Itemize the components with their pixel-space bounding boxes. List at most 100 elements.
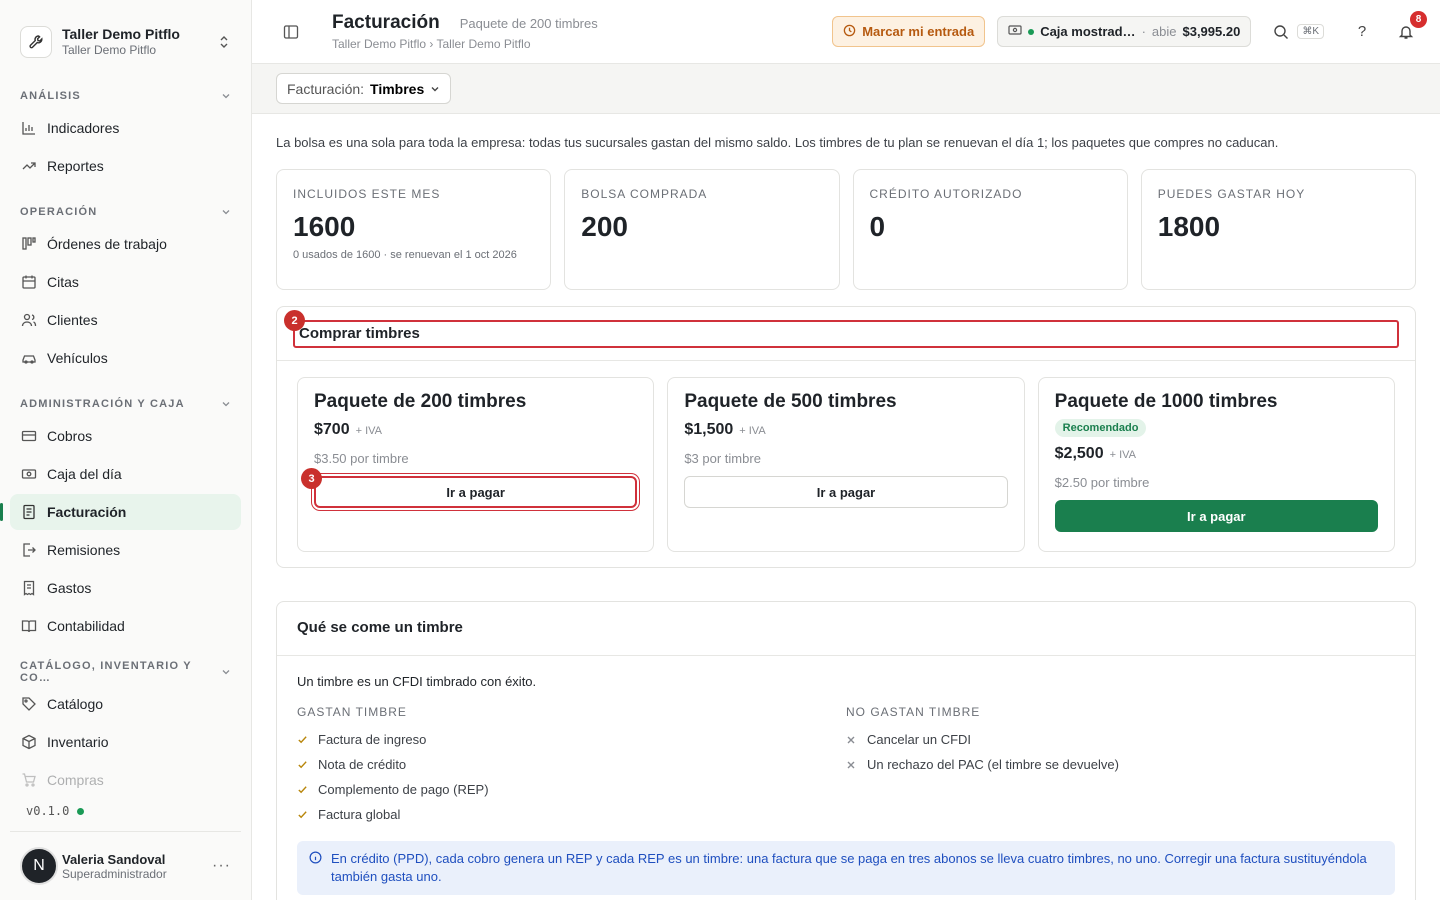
stat-card: BOLSA COMPRADA 200 [564, 169, 840, 290]
chevron-down-icon[interactable] [221, 664, 231, 680]
user-name: Valeria Sandoval [62, 851, 166, 867]
card-icon [20, 427, 38, 445]
export-icon [20, 541, 38, 559]
chevron-down-icon[interactable] [221, 204, 231, 220]
sidebar-item-gastos[interactable]: Gastos [10, 570, 241, 606]
info-icon [309, 851, 322, 869]
sidebar-item-inventario[interactable]: Inventario [10, 724, 241, 760]
sidebar-item-reportes[interactable]: Reportes [10, 148, 241, 184]
content: Facturación: Timbres La bolsa es una sol… [252, 64, 1440, 900]
check-icon [297, 809, 311, 820]
chevron-down-icon[interactable] [221, 88, 231, 104]
sidebar-nav: ANÁLISIS Indicadores Reportes OPERACIÓN … [0, 68, 251, 900]
car-icon [20, 349, 38, 367]
book-icon [20, 617, 38, 635]
stat-card: INCLUIDOS ESTE MES 1600 0 usados de 1600… [276, 169, 552, 290]
stamp-info-lead: Un timbre es un CFDI timbrado con éxito. [297, 674, 537, 689]
sidebar-item-catalogo[interactable]: Catálogo [10, 686, 241, 722]
sidebar-item-vehiculos[interactable]: Vehículos [10, 340, 241, 376]
status-dot [77, 807, 85, 815]
list-item: Nota de crédito [297, 752, 846, 777]
stamp-info-section: Qué se come un timbre Un timbre es un CF… [276, 601, 1416, 900]
step-marker-2: 2 [284, 310, 305, 331]
org-switcher[interactable]: Taller Demo Pitflo Taller Demo Pitflo [0, 0, 251, 68]
cash-register-amount: $3,995.20 [1182, 24, 1241, 39]
avatar: N [20, 847, 58, 885]
list-item: Factura global [297, 802, 846, 827]
user-menu[interactable]: N Valeria Sandoval Superadministrador ··… [10, 831, 241, 900]
cash-register-status: abie [1151, 24, 1177, 39]
more-icon[interactable]: ··· [212, 857, 231, 875]
org-name: Taller Demo Pitflo [62, 26, 180, 42]
breadcrumb: Taller Demo Pitflo › Taller Demo Pitflo [332, 37, 531, 51]
list-item: Un rechazo del PAC (el timbre se devuelv… [846, 752, 1395, 777]
pay-button-500[interactable]: Ir a pagar [684, 476, 1008, 508]
app-root: Taller Demo Pitflo Taller Demo Pitflo AN… [0, 0, 1440, 900]
x-icon [846, 760, 860, 770]
ppd-callout: En crédito (PPD), cada cobro genera un R… [297, 841, 1395, 895]
sidebar-item-compras[interactable]: Compras [10, 762, 241, 798]
sidebar-item-remisiones[interactable]: Remisiones [10, 532, 241, 568]
user-role: Superadministrador [62, 866, 167, 881]
sidebar-item-caja[interactable]: Caja del día [10, 456, 241, 492]
pay-button-1000[interactable]: Ir a pagar [1054, 500, 1378, 532]
sidebar-item-contabilidad[interactable]: Contabilidad [10, 608, 241, 644]
users-icon [20, 311, 38, 329]
package-card-200: Paquete de 200 timbres $700 + IVA $3.50 … [297, 377, 655, 552]
sidebar-item-cobros[interactable]: Cobros [10, 418, 241, 454]
stat-card: PUEDES GASTAR HOY 1800 [1140, 169, 1416, 290]
tag-icon [20, 695, 38, 713]
org-subtitle: Taller Demo Pitflo [62, 43, 157, 57]
invoice-icon [20, 503, 38, 521]
intro-text: La bolsa es una sola para toda la empres… [276, 135, 1279, 150]
list-item: Complemento de pago (REP) [297, 777, 846, 802]
billing-section-dropdown[interactable]: Facturación: Timbres [276, 73, 452, 104]
sidebar: Taller Demo Pitflo Taller Demo Pitflo AN… [0, 0, 252, 900]
search-icon[interactable] [1269, 20, 1293, 44]
help-icon[interactable]: ? [1350, 20, 1374, 44]
buy-stamps-section: 2 Comprar timbres Paquete de 200 timbres… [276, 306, 1416, 568]
cash-register-selector[interactable]: Caja mostrad… · abie $3,995.20 [997, 16, 1252, 47]
chevron-down-icon[interactable] [221, 396, 231, 412]
buy-stamps-title: Comprar timbres [293, 320, 1399, 348]
cash-register-name: Caja mostrad… [1040, 24, 1136, 39]
section-catalogo[interactable]: CATÁLOGO, INVENTARIO Y CO… [10, 660, 241, 684]
sidebar-item-facturacion[interactable]: Facturación [0, 494, 241, 530]
app-version: v0.1.0 [26, 804, 85, 818]
check-icon [297, 784, 311, 795]
chevron-updown-icon[interactable] [217, 32, 231, 52]
chevron-down-icon [430, 81, 440, 97]
calendar-icon [20, 273, 38, 291]
search-shortcut: ⌘K [1297, 24, 1324, 39]
package-card-1000: Paquete de 1000 timbres Recomendado $2,5… [1037, 377, 1395, 552]
sidebar-toggle-icon[interactable] [280, 21, 302, 43]
cash-icon [20, 465, 38, 483]
section-analisis[interactable]: ANÁLISIS [10, 86, 241, 106]
step-marker-3: 3 [301, 468, 322, 489]
notification-count: 8 [1410, 10, 1427, 28]
cart-icon [20, 771, 38, 789]
clock-icon [843, 24, 856, 40]
mark-entry-button[interactable]: Marcar mi entrada [832, 16, 986, 47]
check-icon [297, 759, 311, 770]
stamp-stats: INCLUIDOS ESTE MES 1600 0 usados de 1600… [276, 169, 1416, 290]
sidebar-item-indicadores[interactable]: Indicadores [10, 110, 241, 146]
bell-icon[interactable]: 8 [1394, 10, 1427, 44]
no-spend-list: NO GASTAN TIMBRE Cancelar un CFDI Un rec… [846, 705, 1395, 827]
spend-list: GASTAN TIMBRE Factura de ingreso Nota de… [297, 705, 846, 827]
sidebar-item-citas[interactable]: Citas [10, 264, 241, 300]
check-icon [297, 734, 311, 745]
pay-button-200[interactable]: Ir a pagar [311, 474, 640, 510]
package-card-500: Paquete de 500 timbres $1,500 + IVA $3 p… [667, 377, 1025, 552]
sidebar-item-ordenes[interactable]: Órdenes de trabajo [10, 226, 241, 262]
x-icon [846, 735, 860, 745]
stat-card: CRÉDITO AUTORIZADO 0 [852, 169, 1128, 290]
receipt-icon [20, 579, 38, 597]
list-item: Cancelar un CFDI [846, 727, 1395, 752]
section-administracion[interactable]: ADMINISTRACIÓN Y CAJA [10, 394, 241, 414]
section-operacion[interactable]: OPERACIÓN [10, 202, 241, 222]
sidebar-item-clientes[interactable]: Clientes [10, 302, 241, 338]
wrench-icon [20, 26, 52, 58]
page-subtitle: Paquete de 200 timbres [459, 16, 598, 31]
open-status-dot [1028, 28, 1035, 35]
